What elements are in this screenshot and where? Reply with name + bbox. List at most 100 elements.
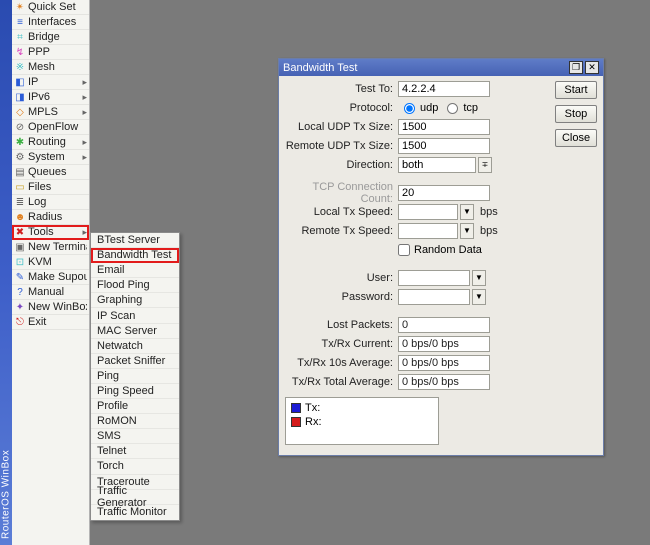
ip-icon: ◧ bbox=[14, 77, 26, 88]
sidebar-item-ppp[interactable]: ↯PPP bbox=[12, 45, 89, 60]
chevron-right-icon: ▸ bbox=[82, 92, 87, 103]
submenu-item-netwatch[interactable]: Netwatch bbox=[91, 339, 179, 354]
submenu-item-flood-ping[interactable]: Flood Ping bbox=[91, 278, 179, 293]
sidebar-item-openflow[interactable]: ⊘OpenFlow bbox=[12, 120, 89, 135]
submenu-item-traffic-generator[interactable]: Traffic Generator bbox=[91, 490, 179, 505]
sidebar-item-manual[interactable]: ?Manual bbox=[12, 285, 89, 300]
close-icon[interactable]: ✕ bbox=[585, 61, 599, 74]
submenu-item-email[interactable]: Email bbox=[91, 263, 179, 278]
user-dropdown-icon[interactable]: ▼ bbox=[472, 270, 486, 286]
sidebar-item-files[interactable]: ▭Files bbox=[12, 180, 89, 195]
user-input[interactable] bbox=[398, 270, 470, 286]
close-button[interactable]: Close bbox=[555, 129, 597, 147]
remote-tx-unit: bps bbox=[480, 225, 498, 237]
submenu-item-ping[interactable]: Ping bbox=[91, 369, 179, 384]
sidebar-item-label: MPLS bbox=[28, 106, 81, 118]
submenu-item-romon[interactable]: RoMON bbox=[91, 414, 179, 429]
submenu-item-telnet[interactable]: Telnet bbox=[91, 444, 179, 459]
sidebar-item-label: New Terminal bbox=[28, 241, 87, 253]
sidebar-item-system[interactable]: ⚙System▸ bbox=[12, 150, 89, 165]
sidebar-item-exit[interactable]: ⎋Exit bbox=[12, 315, 89, 330]
label-txrx-avg: Tx/Rx 10s Average: bbox=[285, 357, 398, 369]
log-icon: ≣ bbox=[14, 197, 26, 208]
tx-swatch-icon bbox=[291, 403, 301, 413]
radio-udp[interactable] bbox=[404, 103, 415, 114]
submenu-item-sms[interactable]: SMS bbox=[91, 429, 179, 444]
submenu-item-ip-scan[interactable]: IP Scan bbox=[91, 308, 179, 323]
sidebar-item-quick-set[interactable]: ✴Quick Set bbox=[12, 0, 89, 15]
dialog-titlebar[interactable]: Bandwidth Test ❐ ✕ bbox=[279, 59, 603, 76]
sidebar-item-ip[interactable]: ◧IP▸ bbox=[12, 75, 89, 90]
remote-tx-input[interactable] bbox=[398, 223, 458, 239]
sidebar-item-bridge[interactable]: ⌗Bridge bbox=[12, 30, 89, 45]
sidebar-item-label: Bridge bbox=[28, 31, 87, 43]
remote-udp-input[interactable] bbox=[398, 138, 490, 154]
label-remote-tx: Remote Tx Speed: bbox=[285, 225, 398, 237]
local-tx-unit: bps bbox=[480, 206, 498, 218]
sidebar-item-label: KVM bbox=[28, 256, 87, 268]
make-supout-rif-icon: ✎ bbox=[14, 272, 26, 283]
start-button[interactable]: Start bbox=[555, 81, 597, 99]
new-terminal-icon: ▣ bbox=[14, 242, 26, 253]
sidebar-item-make-supout-rif[interactable]: ✎Make Supout.rif bbox=[12, 270, 89, 285]
test-to-input[interactable] bbox=[398, 81, 490, 97]
bandwidth-test-dialog: Bandwidth Test ❐ ✕ Start Stop Close Test… bbox=[278, 58, 604, 456]
label-test-to: Test To: bbox=[285, 83, 398, 95]
submenu-item-torch[interactable]: Torch bbox=[91, 459, 179, 474]
submenu-item-traffic-monitor[interactable]: Traffic Monitor bbox=[91, 505, 179, 520]
sidebar-item-tools[interactable]: ✖Tools▸ bbox=[12, 225, 89, 240]
submenu-item-bandwidth-test[interactable]: Bandwidth Test bbox=[91, 248, 179, 263]
restore-icon[interactable]: ❐ bbox=[569, 61, 583, 74]
label-direction: Direction: bbox=[285, 159, 398, 171]
legend-tx: Tx: bbox=[291, 401, 433, 415]
chevron-right-icon: ▸ bbox=[82, 107, 87, 118]
kvm-icon: ⊡ bbox=[14, 257, 26, 268]
sidebar-item-radius[interactable]: ☻Radius bbox=[12, 210, 89, 225]
submenu-item-ping-speed[interactable]: Ping Speed bbox=[91, 384, 179, 399]
label-protocol: Protocol: bbox=[285, 102, 398, 114]
direction-select[interactable] bbox=[398, 157, 476, 173]
submenu-item-packet-sniffer[interactable]: Packet Sniffer bbox=[91, 354, 179, 369]
sidebar-item-label: IP bbox=[28, 76, 81, 88]
submenu-item-mac-server[interactable]: MAC Server bbox=[91, 324, 179, 339]
sidebar-item-label: Radius bbox=[28, 211, 87, 223]
radio-tcp[interactable] bbox=[447, 103, 458, 114]
sidebar-item-mesh[interactable]: ※Mesh bbox=[12, 60, 89, 75]
sidebar-item-new-winbox[interactable]: ✦New WinBox bbox=[12, 300, 89, 315]
sidebar-item-routing[interactable]: ✱Routing▸ bbox=[12, 135, 89, 150]
legend-rx: Rx: bbox=[291, 415, 433, 429]
openflow-icon: ⊘ bbox=[14, 122, 26, 133]
graph-box: Tx: Rx: bbox=[285, 397, 439, 445]
sidebar-item-label: Tools bbox=[28, 226, 81, 238]
sidebar-item-queues[interactable]: ▤Queues bbox=[12, 165, 89, 180]
password-dropdown-icon[interactable]: ▼ bbox=[472, 289, 486, 305]
random-data-label: Random Data bbox=[414, 244, 482, 256]
local-tx-dropdown-icon[interactable]: ▼ bbox=[460, 204, 474, 220]
winbox-vertical-strip: RouterOS WinBox bbox=[0, 0, 12, 545]
system-icon: ⚙ bbox=[14, 152, 26, 163]
password-input[interactable] bbox=[398, 289, 470, 305]
chevron-right-icon: ▸ bbox=[82, 77, 87, 88]
queues-icon: ▤ bbox=[14, 167, 26, 178]
random-data-checkbox[interactable] bbox=[398, 244, 410, 256]
sidebar-item-mpls[interactable]: ◇MPLS▸ bbox=[12, 105, 89, 120]
radio-tcp-label: tcp bbox=[463, 102, 478, 114]
stop-button[interactable]: Stop bbox=[555, 105, 597, 123]
manual-icon: ? bbox=[14, 287, 26, 298]
submenu-item-btest-server[interactable]: BTest Server bbox=[91, 233, 179, 248]
local-tx-input[interactable] bbox=[398, 204, 458, 220]
sidebar-item-new-terminal[interactable]: ▣New Terminal bbox=[12, 240, 89, 255]
label-remote-udp: Remote UDP Tx Size: bbox=[285, 140, 398, 152]
sidebar-item-interfaces[interactable]: ≡Interfaces bbox=[12, 15, 89, 30]
sidebar-item-kvm[interactable]: ⊡KVM bbox=[12, 255, 89, 270]
sidebar-item-log[interactable]: ≣Log bbox=[12, 195, 89, 210]
direction-dropdown-icon[interactable]: ∓ bbox=[478, 157, 492, 173]
tcp-conn-input[interactable] bbox=[398, 185, 490, 201]
tools-icon: ✖ bbox=[14, 227, 26, 238]
local-udp-input[interactable] bbox=[398, 119, 490, 135]
label-tcp-conn: TCP Connection Count: bbox=[285, 181, 398, 205]
sidebar-item-ipv6[interactable]: ◨IPv6▸ bbox=[12, 90, 89, 105]
submenu-item-profile[interactable]: Profile bbox=[91, 399, 179, 414]
submenu-item-graphing[interactable]: Graphing bbox=[91, 293, 179, 308]
remote-tx-dropdown-icon[interactable]: ▼ bbox=[460, 223, 474, 239]
